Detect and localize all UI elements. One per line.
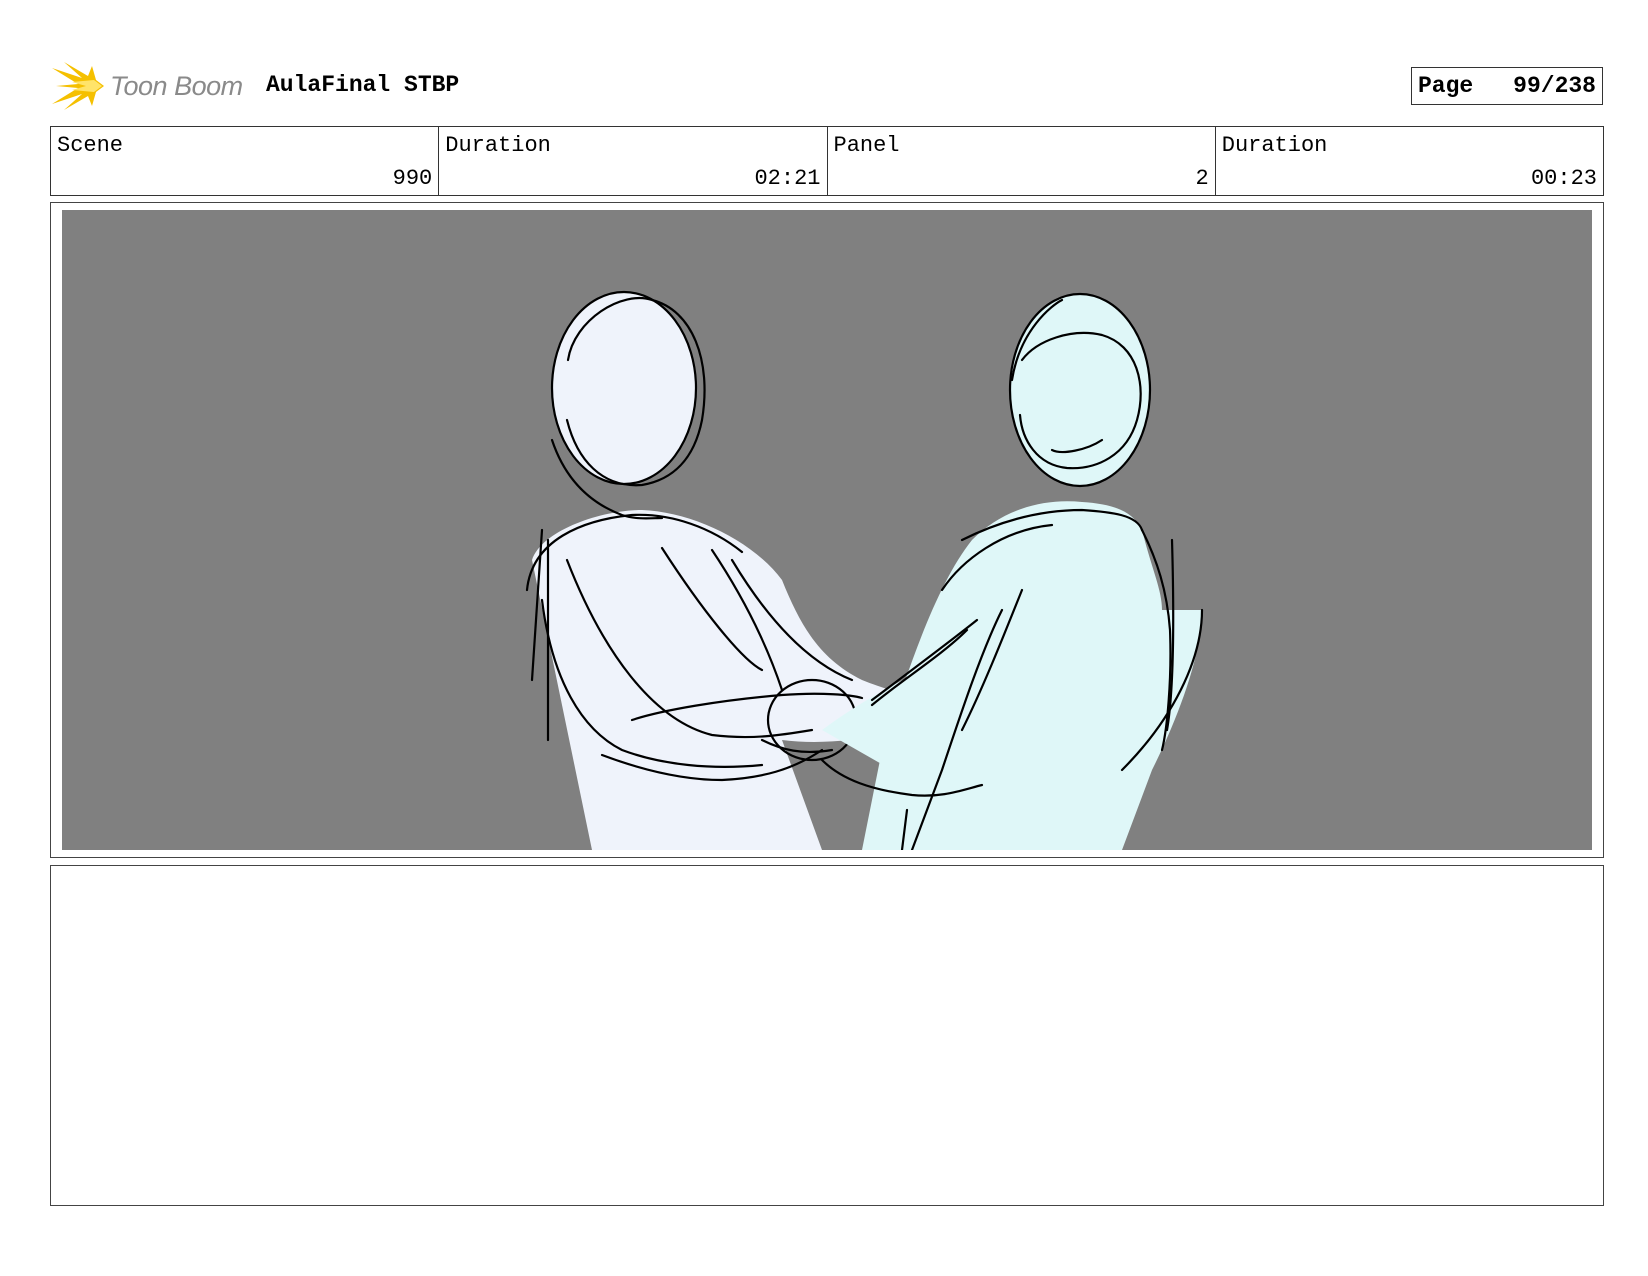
panel-value: 2 bbox=[1195, 166, 1209, 191]
panel-cell: Panel 2 bbox=[828, 127, 1216, 195]
scene-duration-label: Duration bbox=[445, 133, 551, 158]
panel-label: Panel bbox=[833, 133, 900, 158]
panel-duration-cell: Duration 00:23 bbox=[1216, 127, 1603, 195]
page-label: Page bbox=[1418, 73, 1474, 99]
scene-duration-cell: Duration 02:21 bbox=[439, 127, 828, 195]
scene-value: 990 bbox=[392, 166, 433, 191]
logo-text: Toon Boom bbox=[110, 70, 243, 101]
scene-duration-value: 02:21 bbox=[754, 166, 821, 191]
panel-notes-box bbox=[50, 865, 1604, 1206]
panel-duration-value: 00:23 bbox=[1530, 166, 1597, 191]
scene-label: Scene bbox=[57, 133, 124, 158]
panel-duration-label: Duration bbox=[1221, 133, 1328, 158]
toon-boom-logo: Toon Boom bbox=[52, 58, 252, 114]
scene-info-table: Scene 990 Duration 02:21 Panel 2 Duratio… bbox=[50, 126, 1604, 196]
page-indicator: Page 99/238 bbox=[1411, 67, 1603, 105]
panel-sketch bbox=[62, 210, 1592, 850]
project-title: AulaFinal STBP bbox=[266, 72, 460, 98]
scene-cell: Scene 990 bbox=[51, 127, 440, 195]
page-value: 99/238 bbox=[1513, 73, 1596, 99]
toon-boom-flame-icon bbox=[52, 62, 104, 110]
storyboard-panel-image bbox=[62, 210, 1592, 850]
storyboard-panel-frame bbox=[50, 202, 1604, 858]
